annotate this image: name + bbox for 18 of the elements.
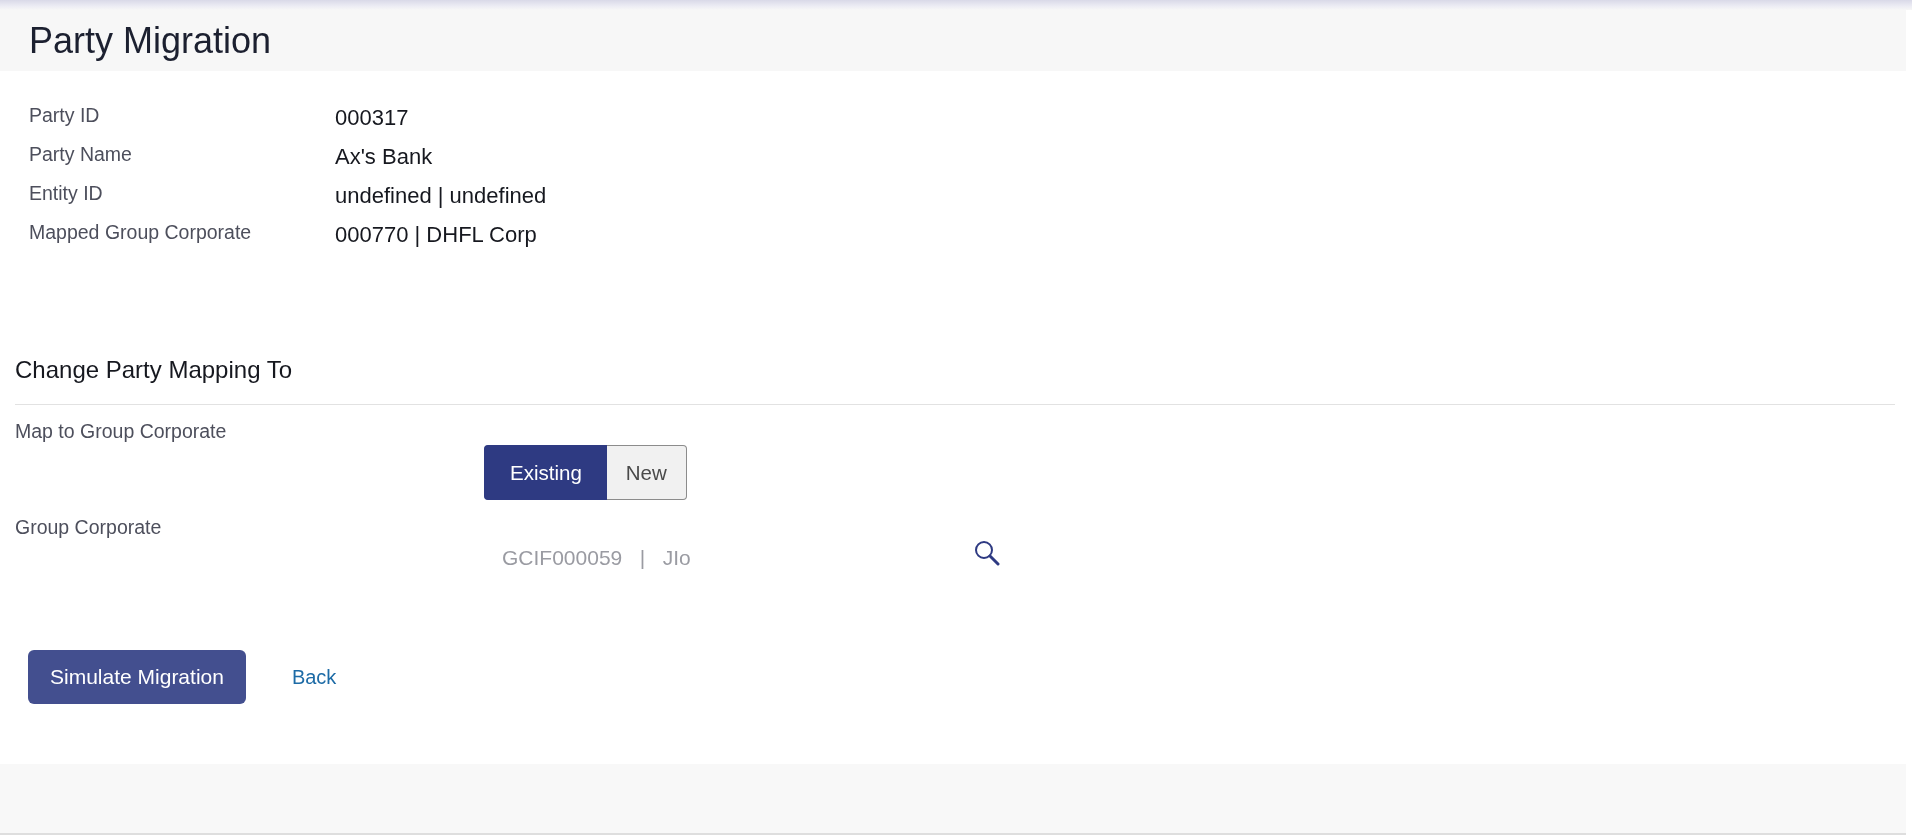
toggle-option[interactable]: New xyxy=(606,445,687,500)
page-title: Party Migration xyxy=(29,19,272,62)
section-title: Change Party Mapping To xyxy=(15,356,293,384)
group-corporate-value: GCIF000059 | JIo xyxy=(502,546,691,570)
detail-value: undefined | undefined xyxy=(335,183,547,209)
detail-label: Party Name xyxy=(29,143,132,166)
toggle-option[interactable]: Existing xyxy=(484,445,607,500)
search-icon[interactable] xyxy=(974,540,1000,566)
field-label: Map to Group Corporate xyxy=(15,420,227,443)
detail-value: 000317 xyxy=(335,105,409,131)
detail-label: Party ID xyxy=(29,104,100,127)
field-label: Group Corporate xyxy=(15,516,162,539)
simulate-button[interactable]: Simulate Migration xyxy=(28,650,246,704)
detail-value: 000770 | DHFL Corp xyxy=(335,222,537,248)
detail-label: Mapped Group Corporate xyxy=(29,221,252,244)
detail-label: Entity ID xyxy=(29,182,103,205)
back-link[interactable]: Back xyxy=(291,665,337,689)
detail-value: Ax's Bank xyxy=(335,144,433,170)
